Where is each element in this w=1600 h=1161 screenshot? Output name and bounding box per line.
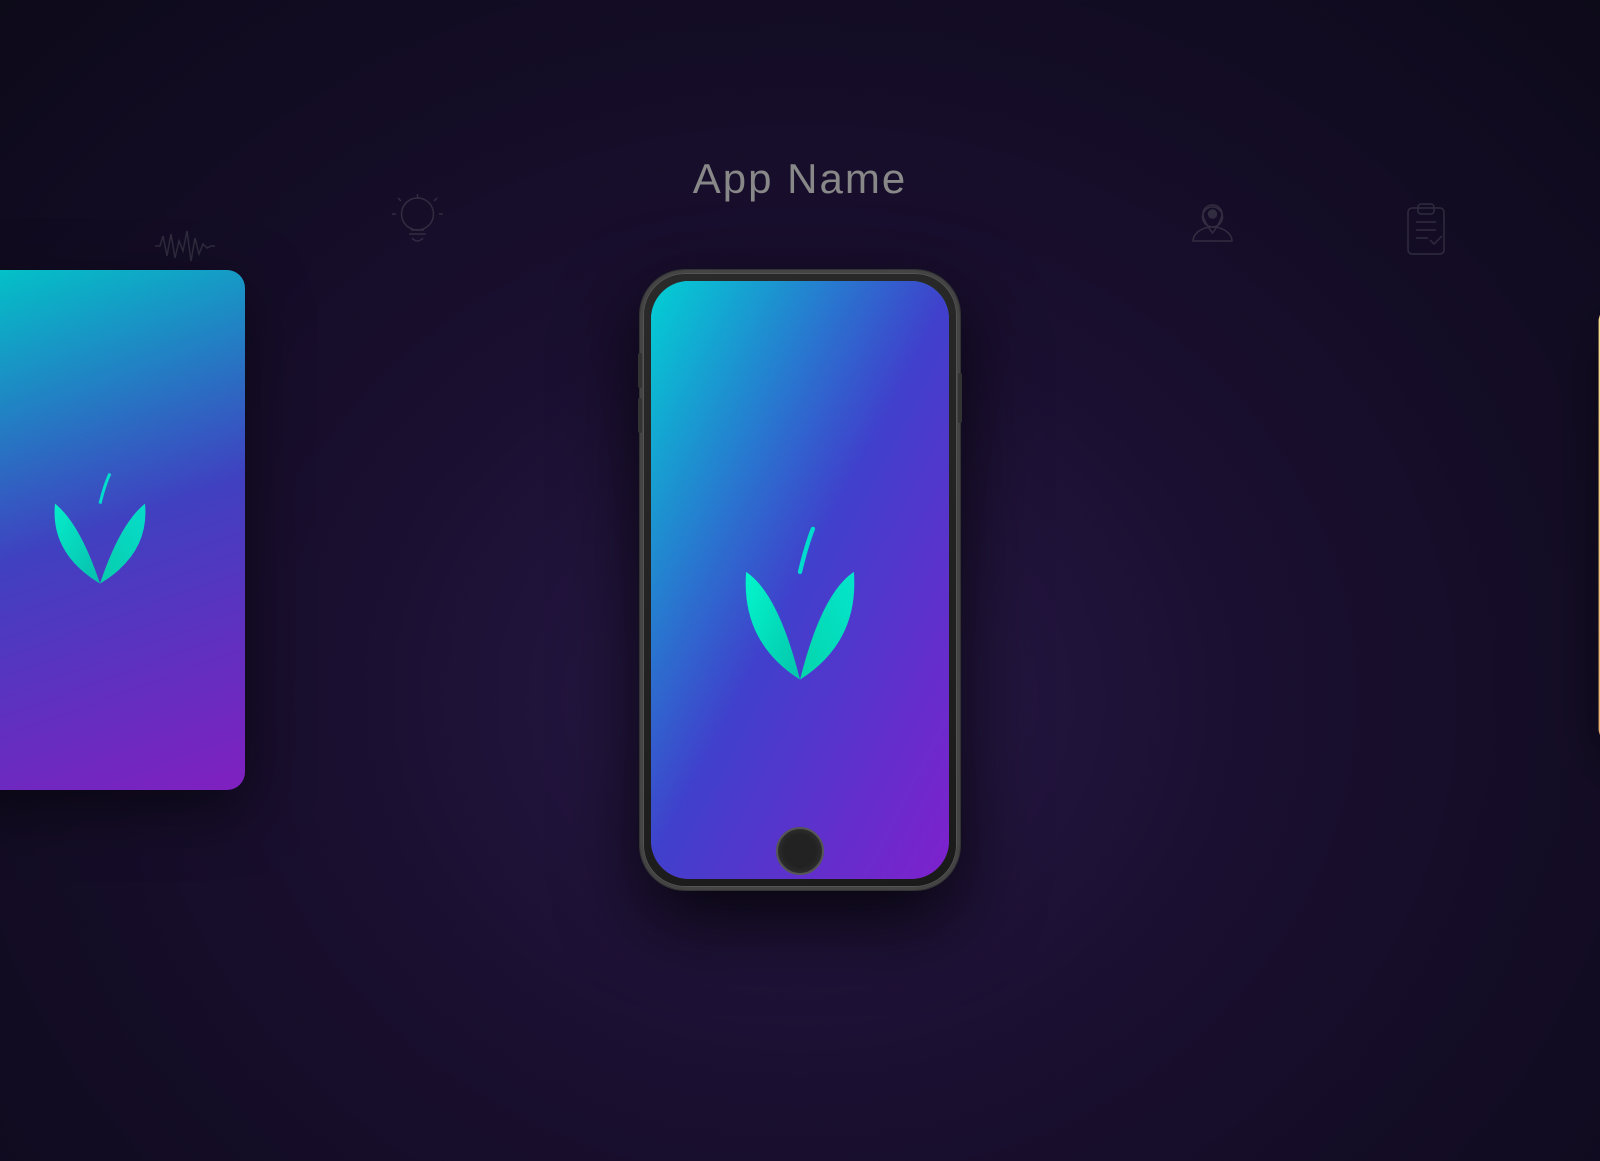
iphone-screen (651, 281, 949, 879)
screen-center-teal (0, 270, 245, 790)
iphone-side-button (958, 373, 962, 423)
clipboard-icon (1402, 200, 1450, 270)
app-title: App Name (693, 155, 907, 203)
iphone-volume-down-button (638, 398, 642, 433)
center-logo (10, 444, 190, 624)
iphone-volume-up-button (638, 353, 642, 388)
iphone-mockup (640, 270, 960, 890)
iphone-body (640, 270, 960, 890)
iphone-home-button[interactable] (776, 827, 824, 875)
bulb-icon (390, 190, 445, 268)
user-location-icon (1185, 195, 1240, 268)
